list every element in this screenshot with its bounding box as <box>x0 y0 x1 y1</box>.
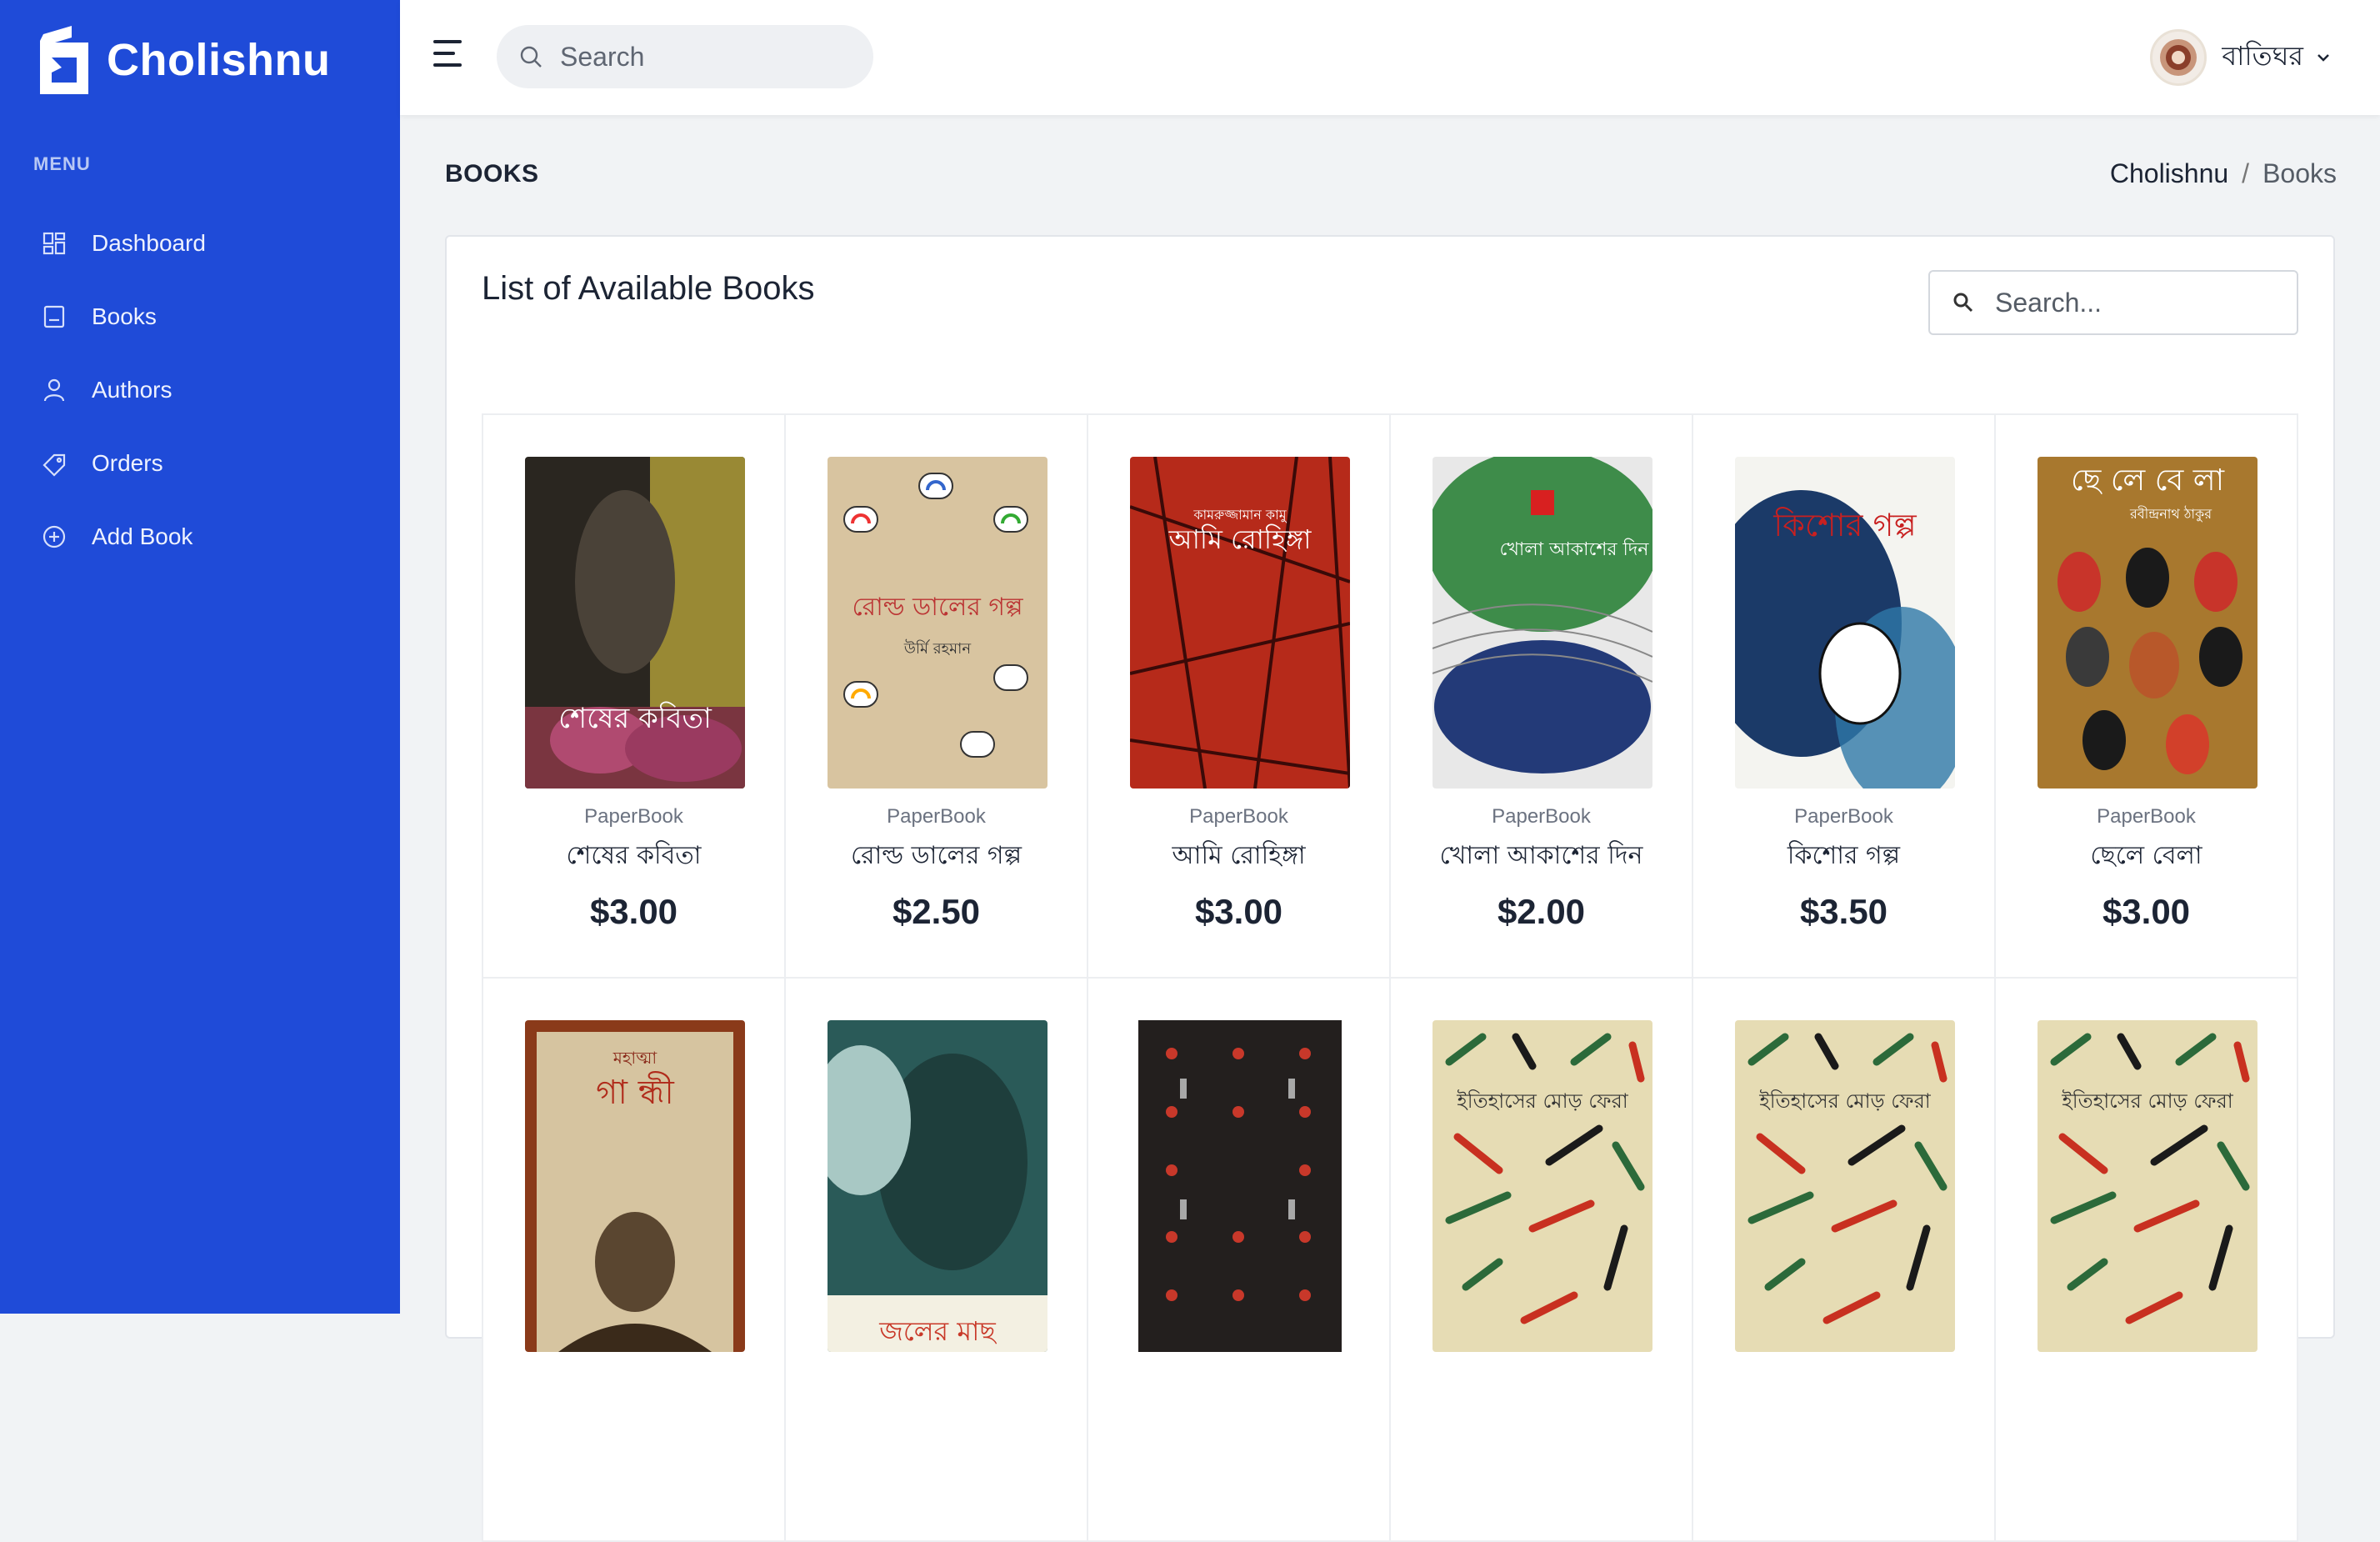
svg-text:খোলা আকাশের দিন: খোলা আকাশের দিন <box>1500 538 1650 560</box>
svg-text:মহাত্মা: মহাত্মা <box>612 1048 658 1068</box>
sidebar-item-label: Orders <box>92 450 163 476</box>
book-cover: ইতিহাসের মোড় ফেরা <box>1735 1020 1955 1352</box>
svg-text:ইতিহাসের মোড় ফেরা: ইতিহাসের মোড় ফেরা <box>1758 1089 1932 1113</box>
svg-text:ছে লে বে লা: ছে লে বে লা <box>2071 463 2225 498</box>
book-card[interactable]: জলের মাছ <box>784 977 1088 1542</box>
menu-heading: MENU <box>33 153 91 174</box>
top-bar: বাতিঘর <box>400 0 2380 115</box>
breadcrumb-home-link[interactable]: Cholishnu <box>2110 158 2228 189</box>
breadcrumb-current: Books <box>2262 158 2337 188</box>
book-cover: ইতিহাসের মোড় ফেরা <box>1432 1020 1652 1352</box>
sidebar-item-label: Add Book <box>92 523 193 549</box>
svg-text:গা ন্ধী: গা ন্ধী <box>596 1071 674 1112</box>
book-card[interactable]: কামরুজ্জামান কামু আমি রোহিঙ্গা PaperBook… <box>1087 413 1391 979</box>
book-title: খোলা আকাশের দিন <box>1439 841 1643 870</box>
svg-text:রবীন্দ্রনাথ ঠাকুর: রবীন্দ্রনাথ ঠাকুর <box>2129 506 2212 522</box>
sidebar-item-label: Dashboard <box>92 230 206 256</box>
book-search[interactable] <box>1928 270 2298 335</box>
book-title: রোল্ড ডালের গল্প <box>850 841 1022 870</box>
book-price: $3.00 <box>589 892 678 931</box>
book-cover: কিশোর গল্প <box>1735 457 1955 789</box>
sidebar-item-orders[interactable]: Orders <box>0 427 400 500</box>
sidebar-nav: Dashboard Books Authors Orders Add Book <box>0 207 400 573</box>
sidebar-item-add-book[interactable]: Add Book <box>0 500 400 573</box>
book-cover: জলের মাছ <box>828 1020 1048 1352</box>
user-menu[interactable]: বাতিঘর <box>2150 28 2332 87</box>
sidebar: Cholishnu MENU Dashboard Books Authors O… <box>0 0 400 1314</box>
book-price: $3.00 <box>1194 892 1283 931</box>
search-icon <box>1953 293 1973 313</box>
user-name: বাতিঘর <box>2222 41 2303 71</box>
chevron-down-icon <box>2318 54 2329 62</box>
book-card[interactable]: ছে লে বে লা রবীন্দ্রনাথ ঠাকুর PaperBook … <box>1994 413 2298 979</box>
book-price: $3.00 <box>2102 892 2191 931</box>
global-search-input[interactable] <box>558 40 862 73</box>
book-card[interactable]: খোলা আকাশের দিন PaperBook খোলা আকাশের দি… <box>1389 413 1693 979</box>
search-icon <box>520 46 542 68</box>
book-price: $2.50 <box>892 892 981 931</box>
book-cover <box>1130 1020 1350 1352</box>
book-card[interactable] <box>1087 977 1391 1542</box>
svg-text:জলের মাছ: জলের মাছ <box>878 1315 997 1347</box>
book-title: শেষের কবিতা <box>566 841 702 870</box>
book-price: $2.00 <box>1497 892 1586 931</box>
menu-toggle-icon[interactable] <box>433 40 468 75</box>
book-cover: খোলা আকাশের দিন <box>1432 457 1652 789</box>
sidebar-item-label: Books <box>92 303 157 329</box>
book-card[interactable]: ইতিহাসের মোড় ফেরা <box>1994 977 2298 1542</box>
book-type: PaperBook <box>1492 805 1591 828</box>
sidebar-item-dashboard[interactable]: Dashboard <box>0 207 400 280</box>
book-type: PaperBook <box>584 805 683 828</box>
breadcrumb: Cholishnu / Books <box>2110 158 2337 189</box>
book-type: PaperBook <box>1189 805 1288 828</box>
book-card[interactable]: ইতিহাসের মোড় ফেরা <box>1692 977 1996 1542</box>
svg-text:ইতিহাসের মোড় ফেরা: ইতিহাসের মোড় ফেরা <box>2061 1089 2234 1113</box>
book-title: আমি রোহিঙ্গা <box>1172 841 1306 870</box>
book-search-input[interactable] <box>1993 286 2280 319</box>
book-card[interactable]: কিশোর গল্প PaperBook কিশোর গল্প $3.50 <box>1692 413 1996 979</box>
svg-text:কিশোর গল্প: কিশোর গল্প <box>1772 507 1917 543</box>
book-price: $3.50 <box>1799 892 1888 931</box>
book-cover: রোল্ড ডালের গল্প উর্মি রহমান <box>828 457 1048 789</box>
book-type: PaperBook <box>887 805 986 828</box>
plus-circle-icon <box>40 523 68 551</box>
brand-name: Cholishnu <box>107 35 331 85</box>
logo-icon <box>40 26 88 94</box>
book-title: ছেলে বেলা <box>2090 841 2202 870</box>
book-grid: শেষের কবিতা PaperBook শেষের কবিতা $3.00 <box>482 413 2298 1542</box>
book-card[interactable]: শেষের কবিতা PaperBook শেষের কবিতা $3.00 <box>482 413 786 979</box>
svg-text:শেষের কবিতা: শেষের কবিতা <box>558 702 712 735</box>
brand-logo[interactable]: Cholishnu <box>37 25 330 95</box>
svg-text:ইতিহাসের মোড় ফেরা: ইতিহাসের মোড় ফেরা <box>1456 1089 1629 1113</box>
book-card[interactable]: ইতিহাসের মোড় ফেরা <box>1389 977 1693 1542</box>
svg-text:আমি রোহিঙ্গা: আমি রোহিঙ্গা <box>1168 523 1312 555</box>
svg-text:উর্মি রহমান: উর্মি রহমান <box>903 639 971 658</box>
book-type: PaperBook <box>2097 805 2196 828</box>
breadcrumb-separator: / <box>2242 158 2250 188</box>
books-card: List of Available Books শেষের কবিতা Pape… <box>445 235 2335 1542</box>
user-icon <box>40 376 68 404</box>
book-cover: মহাত্মা গা ন্ধী <box>525 1020 745 1352</box>
tag-icon <box>40 449 68 478</box>
book-cover: কামরুজ্জামান কামু আমি রোহিঙ্গা <box>1130 457 1350 789</box>
book-cover: ছে লে বে লা রবীন্দ্রনাথ ঠাকুর <box>2038 457 2258 789</box>
svg-text:রোল্ড ডালের গল্প: রোল্ড ডালের গল্প <box>852 593 1023 622</box>
sidebar-item-books[interactable]: Books <box>0 280 400 353</box>
page-title: BOOKS <box>445 160 539 188</box>
book-cover: শেষের কবিতা <box>525 457 745 789</box>
book-type: PaperBook <box>1794 805 1893 828</box>
global-search[interactable] <box>497 25 873 88</box>
book-title: কিশোর গল্প <box>1787 841 1901 870</box>
card-title: List of Available Books <box>482 270 815 307</box>
svg-text:কামরুজ্জামান কামু: কামরুজ্জামান কামু <box>1192 507 1287 523</box>
book-card[interactable]: রোল্ড ডালের গল্প উর্মি রহমান PaperBook র… <box>784 413 1088 979</box>
book-cover: ইতিহাসের মোড় ফেরা <box>2038 1020 2258 1352</box>
avatar[interactable] <box>2150 29 2208 86</box>
sidebar-item-authors[interactable]: Authors <box>0 353 400 427</box>
book-icon <box>40 303 68 331</box>
sidebar-item-label: Authors <box>92 377 172 403</box>
dashboard-icon <box>40 229 68 258</box>
book-card[interactable]: মহাত্মা গা ন্ধী <box>482 977 786 1542</box>
